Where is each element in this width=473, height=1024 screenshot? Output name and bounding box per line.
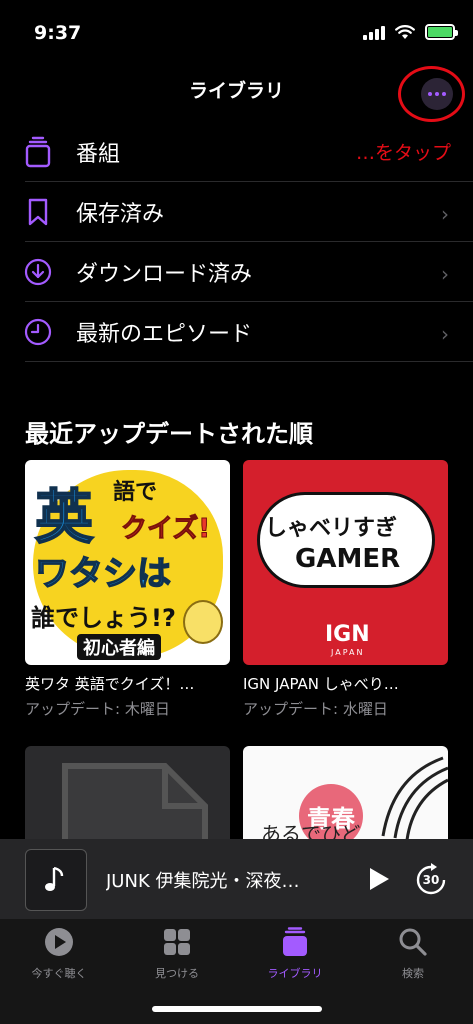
- tab-library[interactable]: ライブラリ: [236, 927, 354, 981]
- show-updated: アップデート: 木曜日: [25, 700, 170, 718]
- artwork-text: 英: [34, 482, 94, 552]
- library-item-label: 最新のエピソード: [76, 322, 253, 347]
- show-title: 英ワタ 英語でクイズ！…: [25, 675, 195, 693]
- ellipsis-icon: [428, 92, 432, 96]
- library-item-saved[interactable]: 保存済み ›: [0, 182, 473, 242]
- annotation-tap-note: …をタップ: [355, 142, 451, 164]
- library-item-label: 保存済み: [76, 202, 165, 227]
- library-item-downloaded[interactable]: ダウンロード済み ›: [0, 242, 473, 302]
- show-card[interactable]: しゃベリすぎ GAMER IGN JAPAN IGN JAPAN しゃべり… ア…: [243, 460, 448, 719]
- show-title: IGN JAPAN しゃべり…: [243, 675, 399, 693]
- status-icons: [363, 24, 458, 40]
- stack-icon: [25, 136, 51, 168]
- cellular-signal-icon: [363, 24, 385, 40]
- library-item-latest-episodes[interactable]: 最新のエピソード ›: [0, 302, 473, 362]
- library-icon: [283, 927, 307, 956]
- status-bar: 9:37: [0, 0, 473, 60]
- tab-listen-now[interactable]: 今すぐ聴く: [0, 927, 118, 981]
- artwork-text: IGN: [325, 622, 370, 647]
- tab-search[interactable]: 検索: [354, 927, 472, 981]
- artwork-text: しゃベリすぎ: [265, 516, 398, 541]
- chevron-right-icon: ›: [441, 322, 449, 346]
- skip-forward-button[interactable]: 30: [414, 863, 448, 897]
- tab-browse[interactable]: 見つける: [118, 927, 236, 981]
- show-artwork: しゃベリすぎ GAMER IGN JAPAN: [243, 460, 448, 665]
- player-artwork: [25, 849, 87, 911]
- music-note-icon: [45, 866, 64, 891]
- tab-label: 見つける: [155, 967, 199, 980]
- show-artwork: 英 語で クイズ! ワタシは 誰でしょう!? 初心者編: [25, 460, 230, 665]
- artwork-text: JAPAN: [331, 648, 365, 657]
- skip-seconds: 30: [422, 873, 440, 887]
- artwork-badge: 初心者編: [77, 634, 161, 660]
- library-item-shows[interactable]: 番組 …をタップ: [0, 122, 473, 182]
- library-list: 番組 …をタップ 保存済み › ダウンロード済み › 最新のエピソード ›: [0, 122, 473, 362]
- artwork-text: GAMER: [295, 544, 401, 574]
- library-item-label: 番組: [76, 142, 121, 167]
- artwork-text: 語で: [113, 480, 158, 505]
- chick-illustration: [183, 600, 223, 644]
- artwork-text: クイズ!: [120, 514, 211, 545]
- tab-label: 今すぐ聴く: [31, 967, 87, 980]
- home-indicator: [152, 1006, 322, 1012]
- more-options-button[interactable]: [421, 78, 453, 110]
- play-circle-icon: [45, 928, 73, 956]
- section-title: 最近アップデートされた順: [25, 420, 313, 448]
- artwork-text: ワタシは: [34, 553, 172, 595]
- grid-icon: [164, 929, 190, 955]
- tab-label: 検索: [402, 967, 424, 980]
- library-item-label: ダウンロード済み: [76, 262, 253, 287]
- chevron-right-icon: ›: [441, 202, 449, 226]
- bookmark-icon: [28, 198, 48, 226]
- artwork-text: 誰でしょう!?: [31, 604, 176, 632]
- page-title: ライブラリ: [188, 80, 284, 102]
- tab-label: ライブラリ: [267, 967, 323, 980]
- show-card[interactable]: 英 語で クイズ! ワタシは 誰でしょう!? 初心者編 英ワタ 英語でクイズ！……: [25, 460, 230, 719]
- wifi-icon: [395, 24, 415, 39]
- status-time: 9:37: [34, 22, 82, 44]
- mini-player[interactable]: JUNK 伊集院光・深夜… 30: [0, 839, 473, 919]
- now-playing-title: JUNK 伊集院光・深夜…: [106, 871, 300, 892]
- search-icon: [399, 928, 427, 956]
- clock-icon: [24, 318, 52, 346]
- show-updated: アップデート: 水曜日: [243, 700, 388, 718]
- chevron-right-icon: ›: [441, 262, 449, 286]
- download-circle-icon: [24, 258, 52, 286]
- play-button[interactable]: [364, 865, 392, 893]
- battery-icon: [425, 24, 458, 40]
